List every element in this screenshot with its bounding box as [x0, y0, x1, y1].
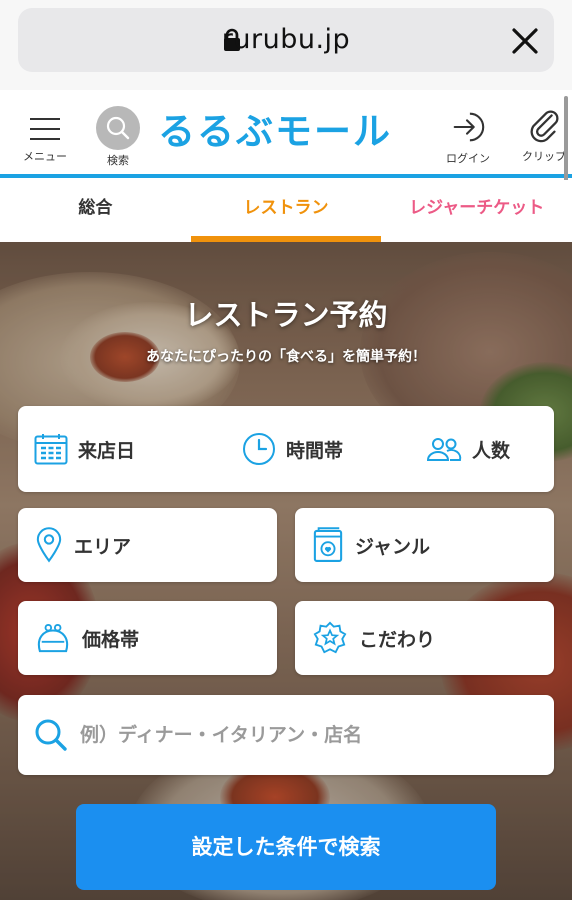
url-text: rurubu.jp — [221, 24, 351, 55]
browser-bar: rurubu.jp — [0, 0, 572, 90]
hero-subtitle: あなたにぴったりの「食べる」を簡単予約！ — [146, 349, 426, 365]
people-icon — [426, 438, 462, 461]
search-submit-button[interactable]: 設定した条件で検索 — [76, 804, 496, 890]
search-icon — [96, 106, 140, 150]
scrollbar[interactable] — [564, 96, 568, 184]
close-icon[interactable] — [510, 26, 540, 56]
search-label: 検索 — [107, 154, 129, 167]
category-tabs: 総合 レストラン レジャーチケット — [0, 180, 572, 242]
time-selector[interactable]: 時間帯 — [242, 406, 343, 492]
map-pin-icon — [36, 527, 62, 563]
menu-button[interactable]: メニュー — [22, 110, 68, 164]
feature-selector[interactable]: こだわり — [295, 601, 554, 675]
hero-title: レストラン予約 — [184, 298, 388, 332]
tab-leisure-ticket[interactable]: レジャーチケット — [381, 180, 572, 242]
star-badge-icon — [313, 621, 347, 654]
hero-section: レストラン予約 あなたにぴったりの「食べる」を簡単予約！ 来店日 時間帯 人数 … — [0, 242, 572, 900]
coin-purse-icon — [37, 623, 69, 653]
time-label: 時間帯 — [286, 439, 344, 462]
feature-label: こだわり — [359, 628, 436, 651]
search-icon — [35, 719, 67, 751]
menu-label: メニュー — [23, 150, 67, 163]
clock-icon — [243, 433, 275, 465]
genre-label: ジャンル — [355, 535, 431, 558]
logo[interactable]: るるぶモール — [158, 106, 392, 158]
criteria-card-main: 来店日 時間帯 人数 — [18, 406, 554, 492]
hamburger-icon — [22, 110, 68, 140]
price-selector[interactable]: 価格帯 — [18, 601, 277, 675]
keyword-input[interactable] — [80, 724, 520, 746]
area-label: エリア — [74, 535, 132, 558]
price-label: 価格帯 — [82, 628, 140, 651]
paperclip-icon — [530, 110, 559, 143]
calendar-icon — [34, 434, 68, 465]
tab-all[interactable]: 総合 — [0, 180, 191, 242]
tab-restaurant[interactable]: レストラン — [190, 180, 382, 242]
login-button[interactable]: ログイン — [440, 108, 496, 166]
login-icon — [453, 112, 485, 142]
keyword-search-box[interactable] — [18, 695, 554, 775]
genre-selector[interactable]: ジャンル — [295, 508, 554, 582]
date-selector[interactable]: 来店日 — [34, 406, 135, 492]
people-selector[interactable]: 人数 — [426, 406, 510, 492]
site-header: メニュー 検索 るるぶモール ログイン クリップ — [0, 92, 572, 178]
url-bar[interactable]: rurubu.jp — [18, 8, 554, 72]
login-label: ログイン — [446, 152, 490, 165]
people-label: 人数 — [472, 439, 511, 462]
area-selector[interactable]: エリア — [18, 508, 277, 582]
date-label: 来店日 — [78, 439, 136, 462]
genre-menu-icon — [313, 527, 343, 562]
search-button[interactable]: 検索 — [94, 106, 142, 168]
